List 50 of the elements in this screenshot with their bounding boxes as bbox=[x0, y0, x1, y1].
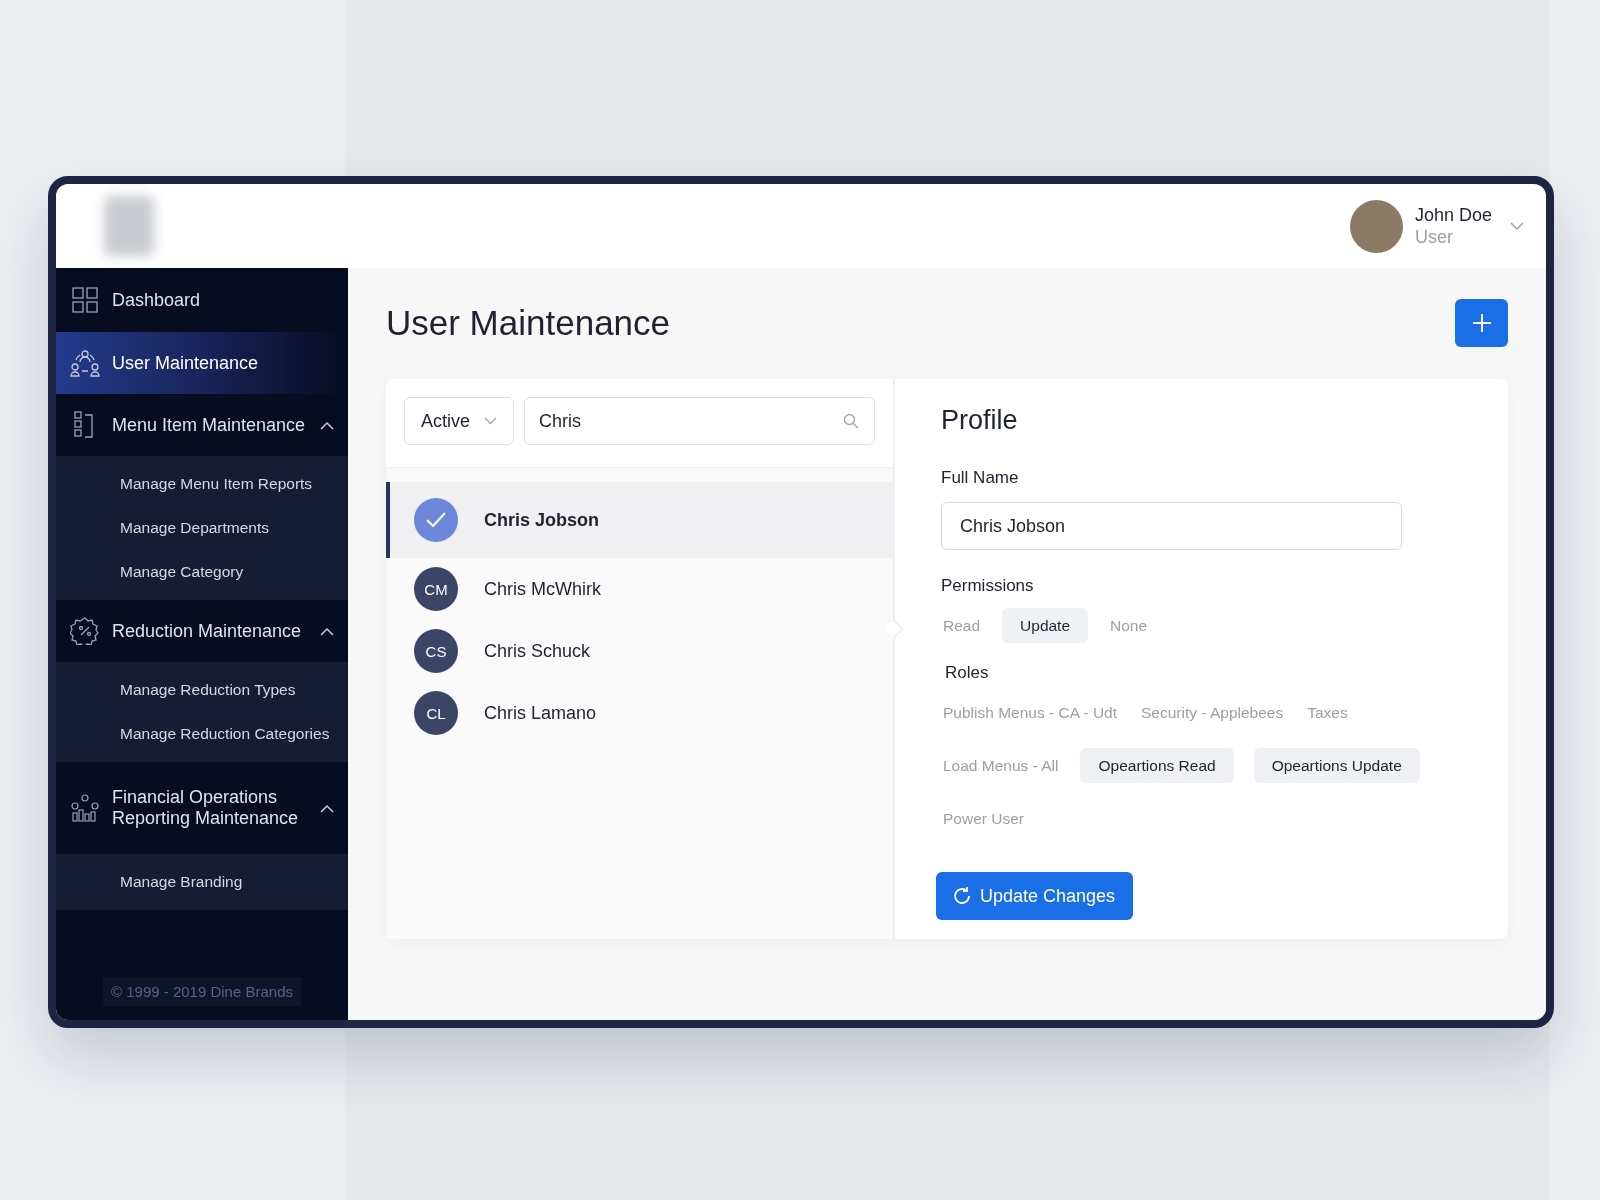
sidebar-subitem[interactable]: Manage Reduction Categories bbox=[56, 712, 348, 756]
initials-avatar: CS bbox=[414, 629, 458, 673]
sidebar-item[interactable]: Menu Item Maintenance bbox=[56, 394, 348, 456]
initials-avatar: CL bbox=[414, 691, 458, 735]
status-dropdown[interactable]: Active bbox=[404, 397, 514, 445]
refresh-icon bbox=[952, 886, 972, 906]
grid-icon bbox=[70, 287, 100, 313]
percent-badge-icon bbox=[70, 617, 100, 645]
sidebar-subitem[interactable]: Manage Menu Item Reports bbox=[56, 462, 348, 506]
plus-icon bbox=[1471, 313, 1492, 333]
add-button[interactable] bbox=[1455, 299, 1508, 347]
user-name: Chris McWhirk bbox=[484, 578, 601, 600]
field-label: Full Name bbox=[941, 468, 1020, 488]
user-list-item[interactable]: CM Chris McWhirk bbox=[386, 558, 893, 620]
user-name: Chris Jobson bbox=[484, 509, 599, 531]
role-tag[interactable]: Opeartions Read bbox=[1080, 748, 1234, 783]
section-title: Profile bbox=[941, 405, 1019, 436]
sidebar-item[interactable]: Dashboard bbox=[56, 268, 348, 332]
user-list-item[interactable]: Chris Jobson bbox=[386, 482, 893, 558]
chevron-icon bbox=[320, 803, 334, 813]
chevron-down-icon bbox=[484, 417, 497, 425]
user-role: User bbox=[1414, 226, 1454, 248]
full-name-field[interactable]: Chris Jobson bbox=[941, 502, 1402, 550]
user-list-item[interactable]: CL Chris Lamano bbox=[386, 682, 893, 744]
logo-placeholder bbox=[104, 196, 154, 256]
user-name: Chris Lamano bbox=[484, 702, 597, 724]
field-label: Roles bbox=[945, 663, 990, 683]
initials-avatar: CM bbox=[414, 567, 458, 611]
chevron-down-icon[interactable] bbox=[1510, 221, 1524, 231]
user-list-item[interactable]: CS Chris Schuck bbox=[386, 620, 893, 682]
chevron-icon bbox=[320, 626, 334, 636]
sidebar-subitem[interactable]: Manage Category bbox=[56, 550, 348, 594]
search-icon bbox=[843, 413, 859, 429]
sidebar-subitem[interactable]: Manage Reduction Types bbox=[56, 668, 348, 712]
sidebar-subitem[interactable]: Manage Departments bbox=[56, 506, 348, 550]
field-label: Permissions bbox=[941, 576, 1035, 596]
sidebar-item[interactable]: Financial Operations Reporting Maintenance bbox=[56, 762, 348, 854]
users-icon bbox=[70, 349, 100, 377]
role-tag[interactable]: Opeartions Update bbox=[1253, 748, 1420, 783]
permission-option[interactable]: Update bbox=[1002, 608, 1089, 643]
check-icon bbox=[414, 498, 458, 542]
search-field[interactable]: Chris bbox=[524, 397, 875, 445]
page-title: User Maintenance bbox=[386, 303, 671, 343]
user-name: Chris Schuck bbox=[484, 640, 591, 662]
chevron-icon bbox=[320, 420, 334, 430]
user-name: John Doe bbox=[1414, 204, 1492, 226]
coins-chart-icon bbox=[70, 794, 100, 822]
copyright-text: © 1999 - 2019 Dine Brands bbox=[103, 977, 301, 1006]
sidebar-item[interactable]: Reduction Maintenance bbox=[56, 600, 348, 662]
update-button[interactable]: Update Changes bbox=[936, 872, 1134, 920]
